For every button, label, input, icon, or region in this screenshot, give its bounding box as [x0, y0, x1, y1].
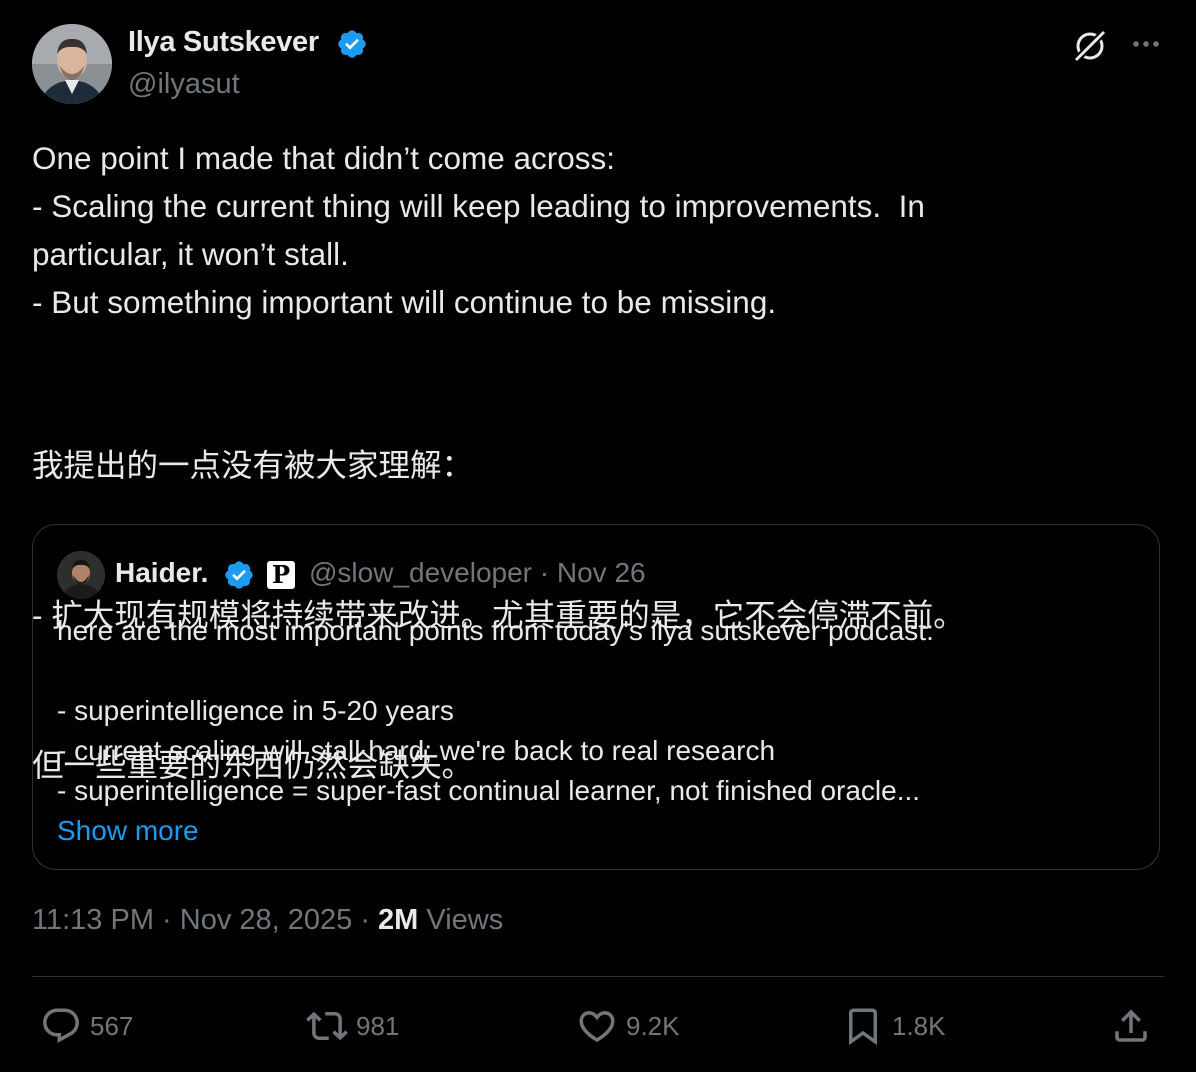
heart-icon — [579, 1011, 615, 1043]
show-more-link[interactable]: Show more — [57, 811, 1137, 851]
author-photo — [32, 24, 112, 104]
verified-badge-icon[interactable] — [223, 559, 255, 591]
verified-badge-icon[interactable] — [336, 28, 368, 60]
share-button[interactable] — [1110, 1002, 1152, 1050]
quoted-line: - superintelligence in 5-20 years — [57, 695, 454, 726]
grok-button[interactable] — [1070, 26, 1110, 66]
like-count: 9.2K — [626, 1010, 680, 1041]
quoted-line: here are the most important points from … — [57, 615, 934, 646]
share-icon — [1115, 1009, 1147, 1042]
divider — [32, 976, 1164, 977]
quoted-handle-date: @slow_developer · Nov 26 — [309, 557, 646, 588]
quoted-tweet-card[interactable]: Haider. P @slow_developer · Nov 26 here … — [32, 524, 1160, 870]
repost-button[interactable]: 981 — [306, 1002, 399, 1050]
quoted-line: - current scaling will stall hard; we're… — [57, 735, 776, 766]
reply-button[interactable]: 567 — [40, 1002, 133, 1050]
quoted-author-avatar[interactable] — [57, 551, 105, 599]
quoted-blank-line — [57, 651, 1137, 691]
tweet-timestamp[interactable]: 11:13 PM · Nov 28, 2025 · — [32, 904, 378, 936]
views-count: 2M — [378, 904, 419, 936]
bookmark-count: 1.8K — [892, 1010, 946, 1041]
affiliate-badge-icon[interactable]: P — [267, 561, 295, 589]
quoted-tweet-text: here are the most important points from … — [57, 611, 1137, 851]
tweet-line: 我提出的一点没有被大家理解： — [32, 447, 474, 483]
quoted-author-name[interactable]: Haider. — [115, 557, 208, 589]
grok-icon — [1073, 29, 1107, 63]
more-icon — [1133, 41, 1159, 47]
author-handle[interactable]: @ilyasut — [128, 68, 240, 101]
reply-icon — [43, 1008, 79, 1043]
tweet-line: particular, it won’t stall. — [32, 236, 349, 272]
more-options-button[interactable] — [1126, 26, 1166, 66]
repost-icon — [306, 1011, 348, 1041]
tweet-line: - Scaling the current thing will keep le… — [32, 188, 925, 224]
quoted-author-photo — [57, 551, 105, 599]
views-label: Views — [418, 904, 504, 936]
author-name[interactable]: Ilya Sutskever — [128, 26, 319, 59]
like-button[interactable]: 9.2K — [576, 1002, 680, 1050]
tweet-meta: 11:13 PM · Nov 28, 2025 · 2M Views — [32, 904, 503, 937]
tweet-line: - But something important will continue … — [32, 284, 777, 320]
author-avatar[interactable] — [32, 24, 112, 104]
tweet-line: One point I made that didn’t come across… — [32, 140, 616, 176]
quoted-line: - superintelligence = super-fast continu… — [57, 775, 921, 806]
reply-count: 567 — [90, 1010, 134, 1041]
bookmark-icon — [849, 1008, 877, 1046]
repost-count: 981 — [356, 1010, 400, 1041]
bookmark-button[interactable]: 1.8K — [842, 1002, 946, 1050]
